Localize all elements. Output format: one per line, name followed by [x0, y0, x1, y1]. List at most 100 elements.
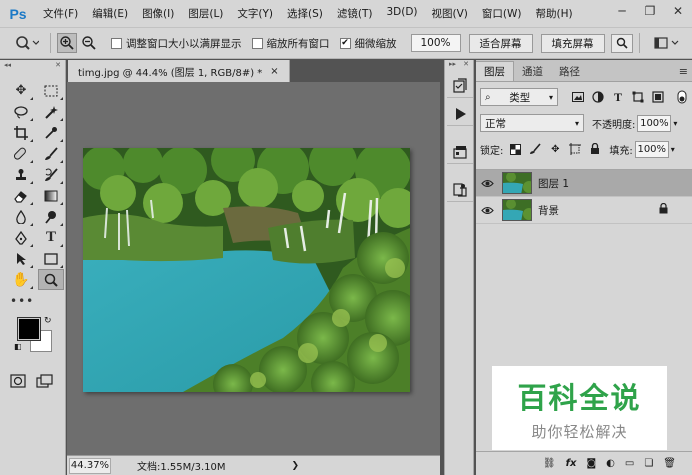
filter-shape-icon[interactable] [630, 89, 646, 105]
fill-screen-button[interactable]: 填充屏幕 [540, 33, 605, 53]
waterfall-lake-photo [83, 148, 410, 392]
opacity-field[interactable]: 100% [637, 114, 672, 132]
menu-edit[interactable]: 编辑(E) [85, 6, 135, 21]
lock-all-icon[interactable] [587, 141, 603, 157]
pen-tool[interactable] [8, 227, 34, 248]
status-menu-arrow-icon[interactable]: ❯ [292, 461, 300, 471]
lock-artboard-icon[interactable] [567, 141, 583, 157]
tab-layers[interactable]: 图层 [476, 61, 514, 81]
filter-smart-object-icon[interactable] [650, 89, 666, 105]
close-panel-icon[interactable]: ✕ [55, 61, 61, 69]
zoom-in-button[interactable] [57, 33, 77, 53]
edit-toolbar-icon[interactable]: ••• [10, 294, 65, 308]
menu-window[interactable]: 窗口(W) [475, 6, 529, 21]
menu-select[interactable]: 选择(S) [280, 6, 330, 21]
tab-paths[interactable]: 路径 [551, 61, 588, 81]
lasso-tool[interactable] [8, 101, 34, 122]
actions-panel-button[interactable] [447, 102, 473, 126]
workspace-switcher[interactable] [652, 34, 682, 53]
lock-image-pixels-icon[interactable] [527, 141, 543, 157]
menu-view[interactable]: 视图(V) [425, 6, 475, 21]
quick-mask-icon[interactable] [10, 374, 26, 388]
fit-screen-button[interactable]: 适合屏幕 [468, 33, 533, 53]
document-tab[interactable]: timg.jpg @ 44.4% (图层 1, RGB/8#) * × [68, 60, 290, 82]
type-tool[interactable]: T [38, 227, 64, 248]
lock-transparent-pixels-icon[interactable] [507, 141, 523, 157]
screen-mode-icon[interactable] [36, 374, 54, 388]
panel-menu-icon[interactable]: ≡ [679, 65, 688, 78]
blend-mode-select[interactable]: 正常 ▾ [480, 114, 584, 132]
close-button[interactable]: ✕ [664, 0, 692, 22]
opacity-dropdown-icon[interactable]: ▾ [673, 119, 677, 128]
zoom-level-field[interactable]: 44.37% [69, 457, 111, 474]
clone-source-button[interactable] [447, 178, 473, 202]
visibility-eye-icon[interactable] [476, 206, 498, 215]
scrubby-zoom-checkbox[interactable]: ✔ 细微缩放 [339, 36, 397, 51]
dodge-tool[interactable] [38, 206, 64, 227]
quick-selection-tool[interactable] [38, 101, 64, 122]
swap-colors-icon[interactable]: ↻ [44, 316, 52, 326]
fx-icon[interactable]: fx [566, 458, 577, 469]
layer-row[interactable]: 背景 [476, 197, 692, 224]
canvas-image[interactable] [83, 148, 410, 392]
tab-channels[interactable]: 通道 [514, 61, 551, 81]
close-document-icon[interactable]: × [270, 66, 278, 77]
visibility-eye-icon[interactable] [476, 179, 498, 188]
path-selection-tool[interactable] [8, 248, 34, 269]
resize-windows-checkbox[interactable]: 调整窗口大小以满屏显示 [111, 36, 242, 51]
layer-row[interactable]: 图层 1 [476, 170, 692, 197]
new-adjustment-icon[interactable]: ◐ [606, 458, 615, 469]
menu-file[interactable]: 文件(F) [36, 6, 85, 21]
menu-layer[interactable]: 图层(L) [181, 6, 230, 21]
filter-adjustment-icon[interactable] [590, 89, 606, 105]
history-brush-tool[interactable] [38, 164, 64, 185]
foreground-color-swatch[interactable] [17, 317, 41, 341]
layer-comps-button[interactable] [447, 140, 473, 164]
add-mask-icon[interactable]: ◙ [586, 458, 596, 469]
zoom-percent-field[interactable]: 100% [410, 34, 461, 52]
minimize-button[interactable]: ─ [608, 0, 636, 22]
eraser-tool[interactable] [8, 185, 34, 206]
lock-position-icon[interactable]: ✥ [547, 141, 563, 157]
menu-image[interactable]: 图像(I) [135, 6, 181, 21]
history-panel-button[interactable] [447, 74, 473, 98]
menu-3d[interactable]: 3D(D) [379, 6, 424, 21]
collapse-arrows-icon[interactable]: ◂◂ [4, 61, 11, 69]
filter-type-icon[interactable]: T [610, 89, 626, 105]
fill-field[interactable]: 100% [634, 140, 669, 158]
zoom-all-windows-checkbox[interactable]: 缩放所有窗口 [251, 36, 330, 51]
document-canvas-area[interactable] [67, 82, 440, 455]
link-layers-icon[interactable]: ⛓ [543, 458, 556, 469]
clone-stamp-tool[interactable] [8, 164, 34, 185]
gradient-tool[interactable] [38, 185, 64, 206]
zoom-tool[interactable] [38, 269, 64, 290]
filter-kind-select[interactable]: ⌕ 类型 ▾ [480, 88, 558, 106]
tool-preset-picker[interactable] [10, 32, 44, 54]
blur-tool[interactable] [8, 206, 34, 227]
zoom-out-button[interactable] [79, 33, 99, 53]
healing-brush-tool[interactable] [8, 143, 34, 164]
crop-tool[interactable] [8, 122, 34, 143]
default-colors-icon[interactable]: ◧ [14, 342, 22, 351]
move-tool[interactable]: ✥ [8, 80, 34, 101]
fill-dropdown-icon[interactable]: ▾ [671, 145, 675, 154]
filter-pixel-icon[interactable] [570, 89, 586, 105]
delete-layer-icon[interactable]: 🗑 [663, 458, 676, 469]
expand-arrows-icon[interactable]: ▸▸ [449, 60, 456, 70]
menu-type[interactable]: 文字(Y) [230, 6, 280, 21]
rectangle-tool[interactable] [38, 248, 64, 269]
restore-button[interactable]: ❐ [636, 0, 664, 22]
brush-tool[interactable] [38, 143, 64, 164]
close-strip-icon[interactable]: ✕ [463, 60, 469, 70]
move-icon: ✥ [15, 83, 27, 98]
search-button[interactable] [610, 33, 633, 53]
menu-help[interactable]: 帮助(H) [529, 6, 580, 21]
filter-toggle-icon[interactable] [674, 89, 690, 105]
marquee-tool[interactable] [38, 80, 64, 101]
history-brush-icon [45, 167, 58, 181]
new-group-icon[interactable]: ▭ [625, 458, 634, 469]
hand-tool[interactable]: ✋ [8, 269, 34, 290]
new-layer-icon[interactable]: ❏ [644, 458, 653, 469]
menu-filter[interactable]: 滤镜(T) [330, 6, 380, 21]
eyedropper-tool[interactable] [38, 122, 64, 143]
